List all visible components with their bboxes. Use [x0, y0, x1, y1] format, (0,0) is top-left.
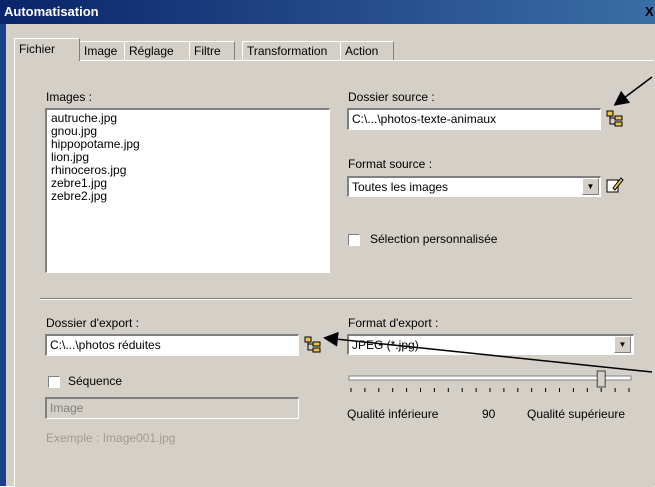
tab-fichier[interactable]: Fichier [14, 38, 80, 61]
arrow-to-export-folder-icon [323, 331, 653, 373]
arrow-to-source-folder-icon [613, 76, 653, 106]
annotation-arrows [323, 76, 653, 373]
